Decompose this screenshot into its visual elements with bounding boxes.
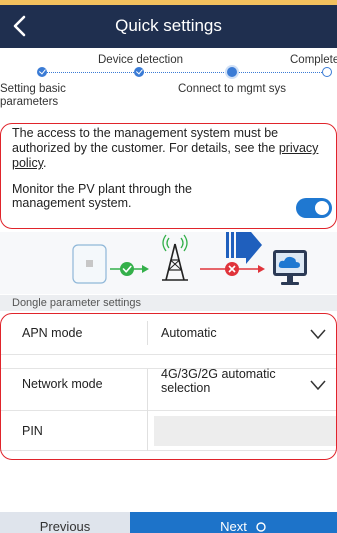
next-button[interactable]: Next	[130, 512, 337, 533]
consent-suffix: .	[43, 156, 47, 170]
monitor-toggle[interactable]	[296, 198, 332, 218]
apn-mode-label: APN mode	[22, 326, 83, 340]
check-icon	[120, 262, 134, 276]
row-divider	[147, 369, 148, 411]
hand-cursor-icon	[256, 522, 266, 532]
app-header: Quick settings	[0, 5, 337, 48]
step-label-basic-params: Setting basic parameters	[0, 83, 66, 108]
dongle-section-title: Dongle parameter settings	[0, 295, 337, 311]
consent-body: The access to the management system must…	[12, 126, 279, 155]
connection-diagram	[0, 226, 337, 294]
network-mode-value[interactable]: 4G/3G/2G automatic selection	[161, 367, 301, 395]
step-dot-done	[37, 67, 47, 77]
row-divider	[147, 411, 148, 451]
row-divider	[147, 321, 148, 345]
pin-input[interactable]	[154, 416, 337, 446]
page-title: Quick settings	[115, 16, 222, 35]
stepper-line	[42, 72, 324, 73]
next-label: Next	[220, 519, 247, 533]
previous-button[interactable]: Previous	[0, 512, 130, 533]
toggle-knob	[315, 201, 329, 215]
step-dot-current	[227, 67, 237, 77]
cloud-monitor-icon	[273, 250, 307, 285]
step-label-device-detection: Device detection	[98, 54, 184, 66]
consent-text: The access to the management system must…	[12, 126, 337, 171]
arrow-right-icon	[226, 226, 262, 264]
inverter-icon	[72, 244, 107, 284]
error-icon	[225, 262, 239, 276]
footer-bar: Previous Next	[0, 512, 337, 533]
pin-row: PIN	[0, 411, 337, 451]
step-dot-pending	[322, 67, 332, 77]
apn-mode-row[interactable]: APN mode Automatic	[0, 311, 337, 355]
network-mode-row[interactable]: Network mode 4G/3G/2G automatic selectio…	[0, 367, 337, 411]
step-label-connect-mgmt: Connect to mgmt sys	[178, 83, 287, 95]
apn-mode-value[interactable]: Automatic	[161, 326, 217, 340]
step-label-complete: Complete	[290, 54, 337, 66]
network-mode-label: Network mode	[22, 377, 103, 391]
pin-label: PIN	[22, 424, 43, 438]
step-dot-done	[134, 67, 144, 77]
chevron-down-icon[interactable]	[310, 380, 326, 390]
progress-stepper: Device detection Complete Setting basic …	[0, 48, 337, 120]
cell-tower-icon	[162, 234, 188, 281]
chevron-down-icon[interactable]	[310, 329, 326, 339]
monitor-label: Monitor the PV plant through the managem…	[12, 182, 192, 210]
